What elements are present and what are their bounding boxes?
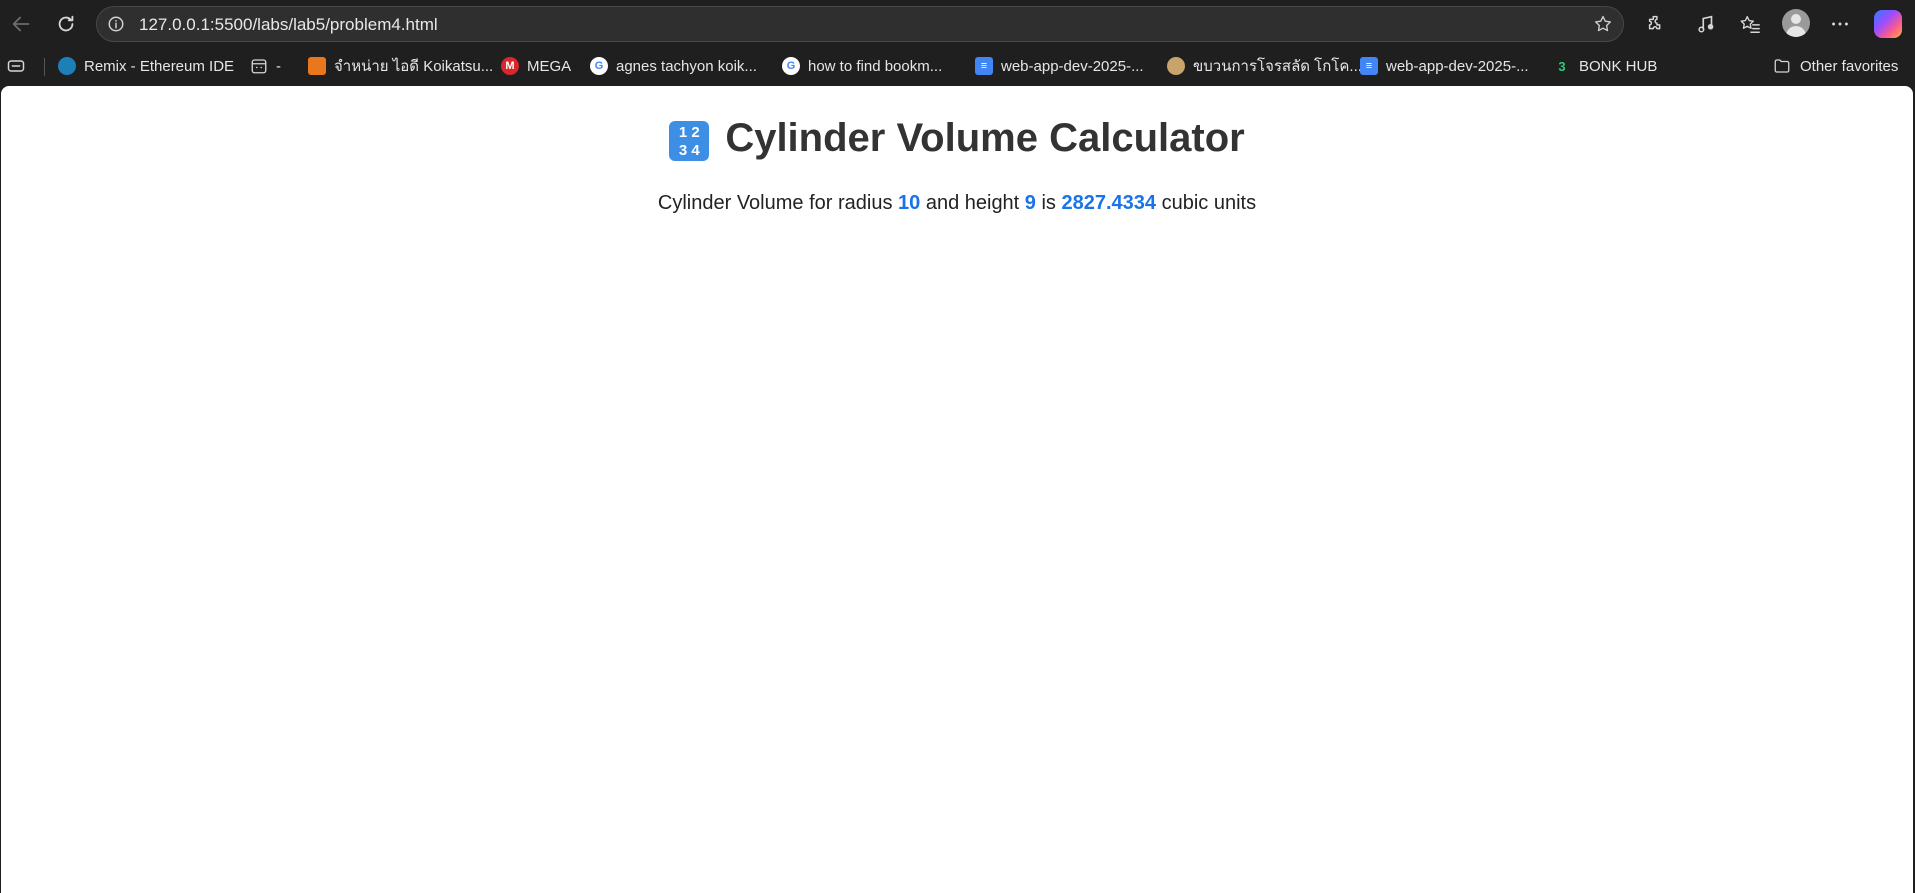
bookmark-item[interactable]: จำหน่าย ไอดี Koikatsu...: [308, 56, 493, 76]
favorite-star-icon[interactable]: [1593, 14, 1613, 34]
numbers-emoji-icon: 1 2 3 4: [669, 121, 710, 161]
bookmark-item[interactable]: G how to find bookm...: [782, 56, 942, 76]
calendar-icon: [251, 59, 267, 74]
more-menu-button[interactable]: [1827, 11, 1853, 37]
extensions-button[interactable]: [1643, 11, 1669, 37]
result-mid2: is: [1035, 192, 1062, 214]
doge-icon: [1167, 57, 1185, 75]
bookmark-label: web-app-dev-2025-...: [1001, 57, 1144, 75]
copilot-icon[interactable]: [1874, 10, 1902, 38]
bookmark-label: agnes tachyon koik...: [616, 57, 757, 75]
bookmark-label: BONK HUB: [1579, 57, 1658, 75]
other-favorites[interactable]: Other favorites: [1772, 56, 1898, 76]
bonk-icon: 3: [1558, 58, 1566, 74]
back-button[interactable]: [7, 10, 35, 38]
bookmark-item[interactable]: ขบวนการโจรสลัด โกโค...: [1167, 56, 1362, 76]
page-title-text: Cylinder Volume Calculator: [725, 116, 1245, 160]
reload-icon: [58, 15, 74, 32]
url-text: 127.0.0.1:5500/labs/lab5/problem4.html: [139, 15, 438, 34]
site-info-icon[interactable]: [107, 15, 125, 33]
media-button[interactable]: [1693, 11, 1719, 37]
bookmarks-bar: Remix - Ethereum IDE - จำหน่าย ไอดี Koik…: [0, 48, 1915, 84]
bookmark-label: จำหน่าย ไอดี Koikatsu...: [334, 58, 494, 75]
address-bar[interactable]: 127.0.0.1:5500/labs/lab5/problem4.html: [96, 6, 1624, 42]
bookmark-item[interactable]: M MEGA: [501, 56, 571, 76]
tab-actions-icon: [7, 60, 25, 72]
remix-icon: [58, 57, 76, 75]
result-mid1: and height: [920, 192, 1025, 214]
favorites-button[interactable]: [1737, 11, 1763, 37]
page-content: 1 2 3 4 Cylinder Volume Calculator Cylind…: [1, 86, 1913, 893]
bookmark-item[interactable]: -: [250, 56, 281, 76]
bookmark-label: web-app-dev-2025-...: [1386, 57, 1529, 75]
result-suffix: cubic units: [1156, 192, 1257, 214]
docs-icon: ≡: [1360, 57, 1378, 75]
bookmark-label: -: [276, 57, 281, 75]
google-icon: G: [782, 57, 800, 75]
result-prefix: Cylinder Volume for radius: [657, 192, 899, 214]
height-value: 9: [1024, 192, 1036, 214]
browser-toolbar: 127.0.0.1:5500/labs/lab5/problem4.html: [0, 0, 1915, 48]
arrow-left-icon: [12, 16, 30, 32]
puzzle-icon: [1648, 15, 1661, 30]
result-text: Cylinder Volume for radius 10 and height…: [1, 192, 1913, 215]
page-title: 1 2 3 4 Cylinder Volume Calculator: [1, 116, 1913, 161]
folder-icon: [1774, 59, 1790, 73]
bookmark-label: ขบวนการโจรสลัด โกโค...: [1193, 58, 1362, 75]
music-note-icon: [1698, 15, 1714, 33]
bookmarks-divider: [44, 58, 45, 76]
bookmark-item[interactable]: G agnes tachyon koik...: [590, 56, 757, 76]
favorites-list-icon: [1740, 15, 1760, 33]
bookmark-item[interactable]: 3 BONK HUB: [1553, 56, 1657, 76]
tab-actions-button[interactable]: [6, 56, 26, 76]
profile-avatar[interactable]: [1782, 9, 1810, 37]
mega-icon: M: [501, 57, 519, 75]
google-icon: G: [590, 57, 608, 75]
volume-value: 2827.4334: [1061, 192, 1157, 214]
more-dots-icon: [1832, 22, 1848, 26]
reload-button[interactable]: [52, 10, 80, 38]
bookmark-label: Remix - Ethereum IDE: [84, 57, 235, 75]
bookmark-label: how to find bookm...: [808, 57, 943, 75]
bookmark-item[interactable]: ≡ web-app-dev-2025-...: [1360, 56, 1529, 76]
radius-value: 10: [898, 192, 921, 214]
shop-icon: [308, 57, 326, 75]
docs-icon: ≡: [975, 57, 993, 75]
bookmark-label: MEGA: [527, 57, 572, 75]
bookmark-item[interactable]: ≡ web-app-dev-2025-...: [975, 56, 1144, 76]
other-favorites-label: Other favorites: [1800, 57, 1899, 75]
bookmark-item[interactable]: Remix - Ethereum IDE: [58, 56, 234, 76]
